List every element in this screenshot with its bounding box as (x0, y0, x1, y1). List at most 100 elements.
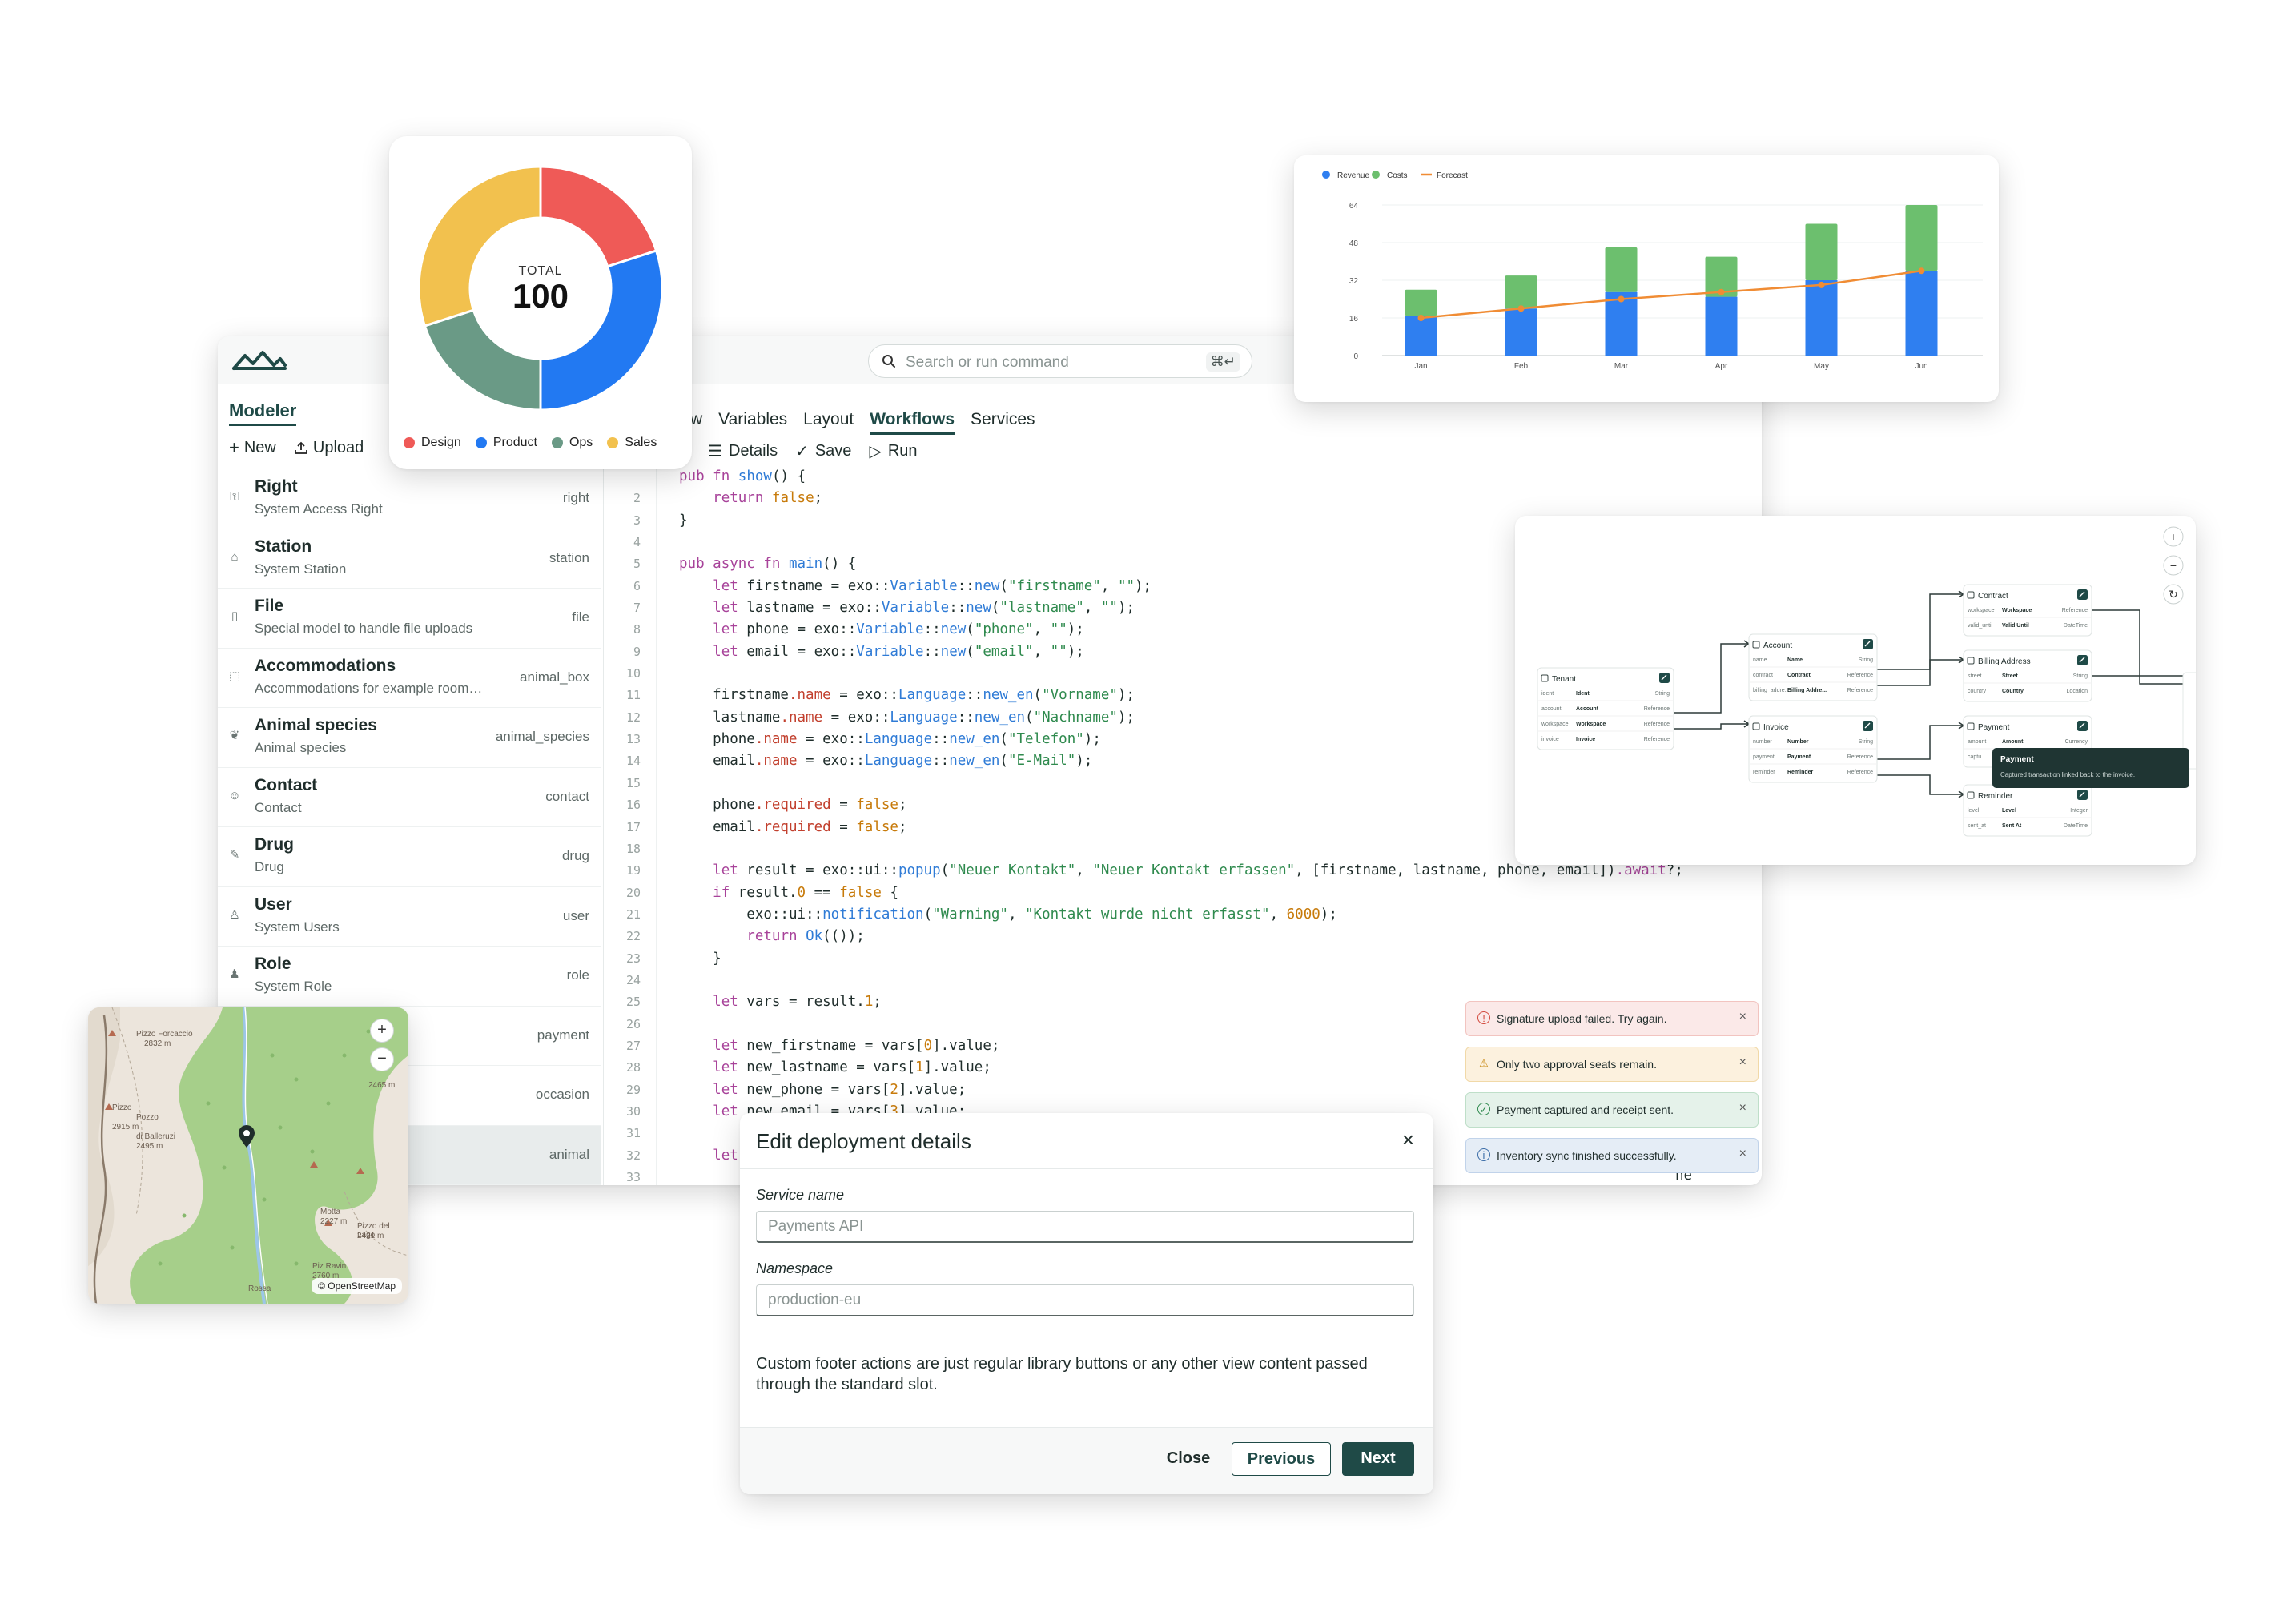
donut-slice-design[interactable] (539, 165, 658, 268)
zoom-out-button[interactable]: − (2163, 555, 2184, 576)
toast-close-button[interactable]: × (1739, 1010, 1746, 1024)
bank-icon: ⌂ (231, 549, 239, 564)
line-code: let firstname = exo::Variable::new("firs… (713, 577, 1152, 594)
model-description: Contact (255, 799, 302, 815)
edit-entity-icon[interactable] (1863, 639, 1873, 649)
edit-entity-icon[interactable] (1659, 673, 1670, 683)
payment-tooltip: Payment Captured transaction linked back … (1992, 748, 2189, 788)
code-line: 22 return Ok(()); (607, 926, 1762, 947)
previous-button[interactable]: Previous (1232, 1442, 1331, 1476)
edit-entity-icon[interactable] (2077, 721, 2088, 731)
namespace-input[interactable] (756, 1284, 1414, 1316)
model-item[interactable]: ♟ Role System Role role (218, 947, 601, 1007)
map-pin-icon[interactable] (237, 1124, 256, 1148)
model-item[interactable]: ✎ Drug Drug drug (218, 827, 601, 887)
bar-costs[interactable] (1905, 205, 1938, 271)
model-item[interactable]: ⚿ Right System Access Right right (218, 469, 601, 529)
bar-revenue[interactable] (1805, 280, 1838, 356)
app-logo[interactable] (231, 346, 287, 373)
legend-item-ops: Ops (551, 436, 593, 450)
model-item[interactable]: ☺ Contact Contact contact (218, 768, 601, 827)
line-code: lastname.name = exo::Language::new_en("N… (679, 709, 1135, 726)
bar-costs[interactable] (1505, 275, 1537, 309)
details-button[interactable]: ☰ Details (708, 441, 778, 461)
modal-close-icon[interactable]: × (1402, 1128, 1414, 1152)
new-button[interactable]: + New (229, 437, 276, 458)
forecast-point[interactable] (1718, 288, 1725, 295)
legend-swatch (607, 437, 619, 448)
bar-revenue[interactable] (1405, 316, 1437, 356)
tab-workflows[interactable]: Workflows (870, 410, 955, 435)
warning-icon: ⚠ (1479, 1057, 1489, 1069)
model-item[interactable]: ⌂ Station System Station station (218, 529, 601, 589)
model-item[interactable]: ❦ Animal species Animal species animal_spec… (218, 708, 601, 768)
legend-swatch (551, 437, 563, 448)
tab-layout[interactable]: Layout (803, 410, 854, 435)
upload-button[interactable]: Upload (294, 437, 364, 458)
forecast-point[interactable] (1818, 281, 1825, 288)
tab-services[interactable]: Services (971, 410, 1035, 435)
forecast-point[interactable] (1618, 295, 1625, 303)
entity-node-billing-address[interactable]: Billing Address street Street String country… (1963, 649, 2092, 702)
legend-item-forecast: Forecast (1421, 171, 1468, 180)
bar-revenue[interactable] (1905, 271, 1938, 356)
sidebar-title[interactable]: Modeler (229, 400, 297, 426)
field-name: Name (1787, 657, 1803, 663)
field-name: Workspace (1576, 722, 1606, 727)
bar-chart: Revenue Costs Forecast 0 16 32 48 64 Jan Feb Mar Ap… (1322, 171, 1983, 371)
line-number: 17 (625, 819, 641, 834)
bar-costs[interactable] (1805, 223, 1838, 281)
forecast-point[interactable] (1417, 315, 1425, 321)
donut-slice-ops[interactable] (423, 308, 542, 412)
map-zoom-out-button[interactable]: − (370, 1047, 394, 1071)
legend-swatch (475, 437, 487, 448)
tab-w[interactable]: w (690, 410, 702, 435)
entity-node-invoice[interactable]: Invoice number Number String payment Payment R… (1748, 715, 1878, 783)
map-zoom-in-button[interactable]: + (370, 1019, 394, 1043)
entity-node-contract[interactable]: Contract workspace Workspace Reference valid… (1963, 584, 2092, 637)
map-canvas[interactable] (88, 1007, 408, 1304)
model-item[interactable]: ⬚ Accommodations Accommodations for exampl… (218, 649, 601, 708)
map-attribution[interactable]: © OpenStreetMap (312, 1278, 402, 1294)
forecast-point[interactable] (1517, 305, 1525, 312)
zoom-in-button[interactable]: + (2163, 526, 2184, 547)
modal-description: Custom footer actions are just regular l… (756, 1355, 1368, 1393)
map-card[interactable]: Pizzo Forcaccio 2832 m 2465 m Pizzo Pozzo 291… (88, 1007, 408, 1304)
forecast-point[interactable] (1918, 267, 1925, 275)
entity-node-account[interactable]: Account name Name String contract Contract Ref… (1748, 633, 1878, 701)
line-code: let new_lastname = vars[1].value; (713, 1059, 991, 1076)
edit-entity-icon[interactable] (2077, 790, 2088, 800)
next-button[interactable]: Next (1342, 1442, 1414, 1476)
bar-revenue[interactable] (1505, 308, 1537, 356)
bar-revenue[interactable] (1705, 296, 1738, 356)
toast-close-button[interactable]: × (1739, 1101, 1746, 1115)
model-item[interactable]: ♙ User System Users user (218, 887, 601, 947)
edit-entity-icon[interactable] (2077, 589, 2088, 600)
entity-title: Reminder (1978, 792, 2013, 801)
model-name: Accommodations (255, 656, 396, 675)
field-name: Country (2002, 689, 2024, 694)
bar-costs[interactable] (1605, 247, 1638, 292)
edit-entity-icon[interactable] (2077, 655, 2088, 665)
reset-view-icon: ↻ (2169, 588, 2178, 601)
tab-variables[interactable]: Variables (718, 410, 787, 435)
line-number: 29 (625, 1082, 641, 1097)
toast-close-button[interactable]: × (1739, 1147, 1746, 1161)
field-key: sent_at (1968, 823, 1986, 829)
service-name-input[interactable] (756, 1211, 1414, 1243)
entity-node-tenant[interactable]: Tenant ident Ident String account Account Refe… (1537, 667, 1674, 750)
edit-entity-icon[interactable] (1863, 721, 1873, 731)
run-button[interactable]: ▷ Run (869, 441, 917, 461)
close-button[interactable]: Close (1156, 1442, 1220, 1476)
entity-node-reminder[interactable]: Reminder level Level Integer sent_at Sent At D… (1963, 784, 2092, 837)
command-search[interactable]: Search or run command ⌘↵ (868, 344, 1252, 378)
reset-view-button[interactable]: ↻ (2163, 584, 2184, 605)
map-label: 2915 m (112, 1123, 139, 1132)
line-number: 19 (625, 863, 641, 878)
save-button[interactable]: ✓ Save (795, 441, 851, 461)
model-item[interactable]: ▯ File Special model to handle file upload… (218, 589, 601, 649)
field-key: level (1968, 808, 1980, 814)
toast-close-button[interactable]: × (1739, 1055, 1746, 1070)
toast-text: Inventory sync finished successfully. (1497, 1149, 1677, 1162)
bar-costs[interactable] (1405, 289, 1437, 316)
